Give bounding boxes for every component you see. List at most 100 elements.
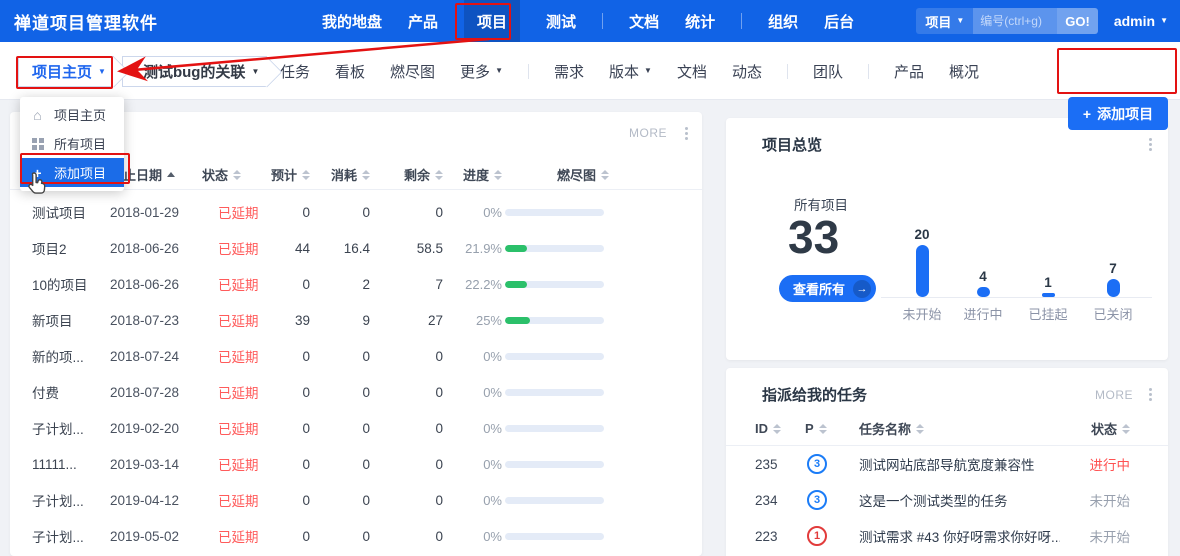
subnav-item-team[interactable]: 团队 — [813, 61, 843, 82]
subnav-item-dynamic[interactable]: 动态 — [732, 61, 762, 82]
plus-icon: + — [1083, 106, 1091, 122]
nav-item-test[interactable]: 测试 — [546, 0, 576, 42]
sort-icon — [601, 170, 609, 180]
sort-icon — [773, 424, 781, 434]
chevron-down-icon: ▼ — [495, 67, 503, 75]
status-badge: 已延期 — [192, 238, 268, 258]
sub-navbar: 项目主页 ▼ 测试bug的关联 ▼ 任务 看板 燃尽图 更多 ▼ 需求 版本 ▼… — [0, 42, 1180, 100]
kebab-menu-icon[interactable] — [685, 127, 688, 140]
quick-search-group: 项目 ▼ GO! — [916, 8, 1098, 34]
sort-icon — [1122, 424, 1130, 434]
subnav-item-story[interactable]: 需求 — [554, 61, 584, 82]
status-badge: 已延期 — [192, 490, 268, 510]
chart-baseline — [881, 297, 1152, 298]
table-row[interactable]: 新项目 2018-07-23 已延期 39 9 27 25% — [10, 302, 702, 338]
table-row[interactable]: 项目2 2018-06-26 已延期 44 16.4 58.5 21.9% — [10, 230, 702, 266]
status-badge: 进行中 — [1060, 454, 1130, 474]
col-remain[interactable]: 剩余 — [370, 165, 443, 184]
subnav-item-kanban[interactable]: 看板 — [335, 61, 365, 82]
chart-bar-group: 4 — [961, 269, 1005, 297]
breadcrumb-project-home[interactable]: 项目主页 ▼ — [18, 56, 114, 87]
col-status[interactable]: 状态 — [192, 165, 268, 184]
table-row[interactable]: 10的项目 2018-06-26 已延期 0 2 7 22.2% — [10, 266, 702, 302]
bar — [916, 245, 929, 297]
sort-icon — [362, 170, 370, 180]
table-row[interactable]: 付费 2018-07-28 已延期 0 0 0 0% — [10, 374, 702, 410]
table-row[interactable]: 子计划... 2019-04-12 已延期 0 0 0 0% — [10, 482, 702, 518]
project-sub-menu: 任务 看板 燃尽图 更多 ▼ 需求 版本 ▼ 文档 动态 团队 产品 概况 — [280, 42, 979, 100]
breadcrumb-current-project[interactable]: 测试bug的关联 ▼ — [122, 56, 267, 87]
status-badge: 已延期 — [192, 418, 268, 438]
col-estimate[interactable]: 预计 — [268, 165, 310, 184]
project-table-body: 测试项目 2018-01-29 已延期 0 0 0 0% 项目2 2018-06… — [10, 190, 702, 554]
task-row[interactable]: 234 3 这是一个测试类型的任务 未开始 — [726, 482, 1168, 518]
nav-item-project[interactable]: 项目 — [464, 0, 520, 42]
col-id[interactable]: ID — [755, 421, 805, 436]
subnav-divider — [528, 64, 529, 79]
breadcrumb: 项目主页 ▼ 测试bug的关联 ▼ — [18, 56, 267, 87]
home-icon: ⌂ — [30, 107, 45, 123]
table-row[interactable]: 测试项目 2018-01-29 已延期 0 0 0 0% — [10, 194, 702, 230]
status-badge: 已延期 — [192, 274, 268, 294]
subnav-item-overview[interactable]: 概况 — [949, 61, 979, 82]
grid-icon — [30, 138, 45, 150]
go-button[interactable]: GO! — [1057, 8, 1098, 34]
chart-bar-group: 20 — [900, 227, 944, 297]
col-burndown[interactable]: 燃尽图 — [502, 165, 613, 184]
subnav-item-product[interactable]: 产品 — [894, 61, 924, 82]
dropdown-item-all-projects[interactable]: 所有项目 — [20, 129, 124, 158]
more-link[interactable]: MORE — [1095, 388, 1133, 402]
col-consumed[interactable]: 消耗 — [310, 165, 370, 184]
nav-item-org[interactable]: 组织 — [768, 0, 798, 42]
add-project-button[interactable]: + 添加项目 — [1068, 97, 1168, 130]
x-axis-label: 进行中 — [951, 304, 1015, 323]
status-badge: 未开始 — [1060, 490, 1130, 510]
card-title: 指派给我的任务 — [762, 384, 867, 405]
status-badge: 已延期 — [192, 454, 268, 474]
progress-bar — [505, 281, 604, 288]
app-window: 禅道项目管理软件 我的地盘 产品 项目 测试 文档 统计 组织 后台 项目 ▼ … — [0, 0, 1180, 556]
nav-item-doc[interactable]: 文档 — [629, 0, 659, 42]
dropdown-item-project-home[interactable]: ⌂ 项目主页 — [20, 100, 124, 129]
col-priority[interactable]: P — [805, 421, 859, 436]
sort-icon — [819, 424, 827, 434]
nav-item-admin-panel[interactable]: 后台 — [824, 0, 854, 42]
view-all-button[interactable]: 查看所有 → — [779, 275, 876, 302]
project-overview-card: 项目总览 所有项目 33 查看所有 → 20 4 1 7 — [726, 118, 1168, 360]
dropdown-item-add-project[interactable]: + 添加项目 — [20, 158, 124, 187]
subnav-item-more[interactable]: 更多 ▼ — [460, 61, 503, 82]
project-status-bar-chart: 20 4 1 7 未开始 进行中 已挂起 已关闭 — [876, 176, 1152, 298]
nav-item-report[interactable]: 统计 — [685, 0, 715, 42]
subnav-item-task[interactable]: 任务 — [280, 61, 310, 82]
progress-bar — [505, 461, 604, 468]
subnav-item-burndown[interactable]: 燃尽图 — [390, 61, 435, 82]
top-right-tools: 项目 ▼ GO! admin ▼ — [916, 0, 1168, 42]
table-row[interactable]: 子计划... 2019-02-20 已延期 0 0 0 0% — [10, 410, 702, 446]
task-row[interactable]: 223 1 测试需求 #43 你好呀需求你好呀... 未开始 — [726, 518, 1168, 554]
sort-icon — [233, 170, 241, 180]
chart-bar-group: 7 — [1091, 261, 1135, 297]
progress-bar — [505, 425, 604, 432]
search-input[interactable] — [973, 8, 1057, 34]
more-link[interactable]: MORE — [629, 126, 667, 140]
col-task-name[interactable]: 任务名称 — [859, 419, 1060, 438]
search-scope-select[interactable]: 项目 ▼ — [916, 8, 973, 34]
table-row[interactable]: 11111... 2019-03-14 已延期 0 0 0 0% — [10, 446, 702, 482]
subnav-item-doc[interactable]: 文档 — [677, 61, 707, 82]
kebab-menu-icon[interactable] — [1149, 388, 1152, 401]
subnav-divider — [868, 64, 869, 79]
task-row[interactable]: 235 3 测试网站底部导航宽度兼容性 进行中 — [726, 446, 1168, 482]
col-progress[interactable]: 进度 — [443, 165, 502, 184]
table-row[interactable]: 子计划... 2019-05-02 已延期 0 0 0 0% — [10, 518, 702, 554]
col-status[interactable]: 状态 — [1060, 419, 1130, 438]
chevron-down-icon: ▼ — [98, 68, 106, 76]
x-axis-label: 已关闭 — [1081, 304, 1145, 323]
nav-item-product[interactable]: 产品 — [408, 0, 438, 42]
project-home-dropdown: ⌂ 项目主页 所有项目 + 添加项目 — [20, 97, 124, 191]
nav-item-my-space[interactable]: 我的地盘 — [322, 0, 382, 42]
subnav-item-build[interactable]: 版本 ▼ — [609, 61, 652, 82]
status-badge: 已延期 — [192, 202, 268, 222]
table-row[interactable]: 新的项... 2018-07-24 已延期 0 0 0 0% — [10, 338, 702, 374]
kebab-menu-icon[interactable] — [1149, 138, 1152, 151]
user-menu[interactable]: admin ▼ — [1114, 13, 1168, 29]
